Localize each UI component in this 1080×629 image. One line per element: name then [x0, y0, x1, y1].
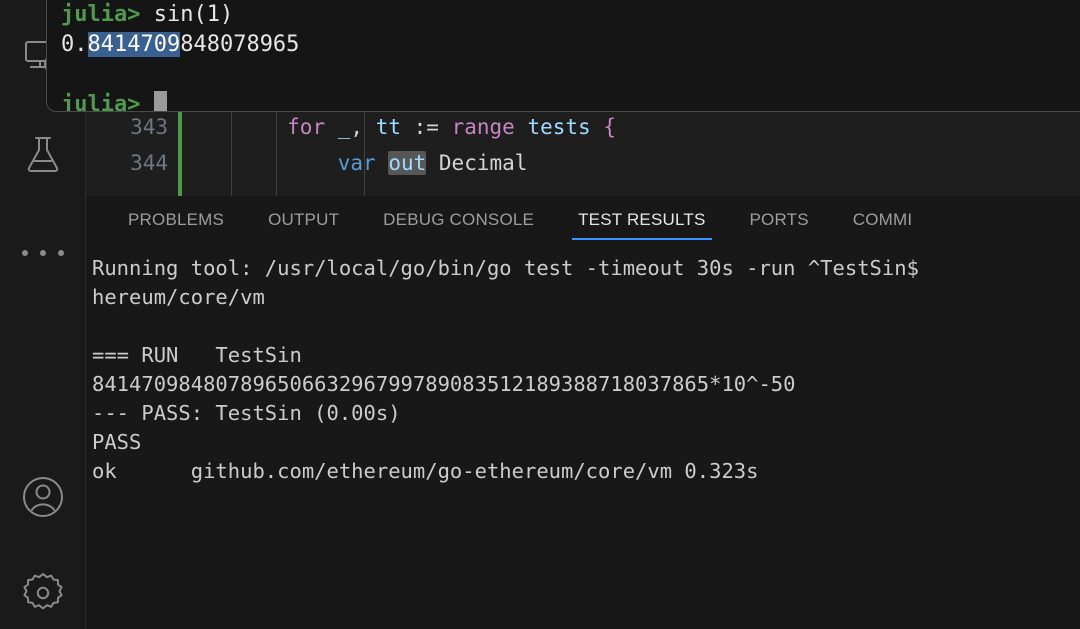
code-line[interactable]: 343 for _, tt := range tests {	[86, 109, 1080, 145]
code-token: var	[337, 151, 376, 175]
sidebar-item-settings[interactable]	[0, 558, 86, 628]
panel-tab-bar: PROBLEMS OUTPUT DEBUG CONSOLE TEST RESULTS P…	[86, 196, 1080, 244]
repl-result-rest: 848078965	[180, 32, 300, 57]
editor-code-strip[interactable]: 343 for _, tt := range tests {344 var ou…	[86, 108, 1080, 196]
code-text: var out Decimal	[186, 145, 527, 181]
output-line: Running tool: /usr/local/go/bin/go test …	[92, 256, 919, 280]
code-token: {	[603, 115, 616, 139]
tab-test-results[interactable]: TEST RESULTS	[556, 196, 727, 244]
code-token: for	[287, 115, 326, 139]
tab-commi[interactable]: COMMI	[831, 196, 935, 244]
sidebar-item-more-actions[interactable]	[0, 218, 86, 288]
output-line: --- PASS: TestSin (0.00s)	[92, 401, 401, 425]
code-token: :=	[401, 115, 452, 139]
settings-gear-icon	[20, 570, 66, 616]
output-line: === RUN TestSin	[92, 343, 302, 367]
repl-prompt-2: julia>	[61, 92, 141, 112]
repl-next-prompt-line[interactable]: julia>	[61, 90, 1080, 112]
bottom-panel: PROBLEMS OUTPUT DEBUG CONSOLE TEST RESULTS P…	[86, 196, 1080, 629]
code-token: _	[337, 115, 351, 139]
code-token: range	[451, 115, 515, 139]
repl-input-text: sin(1)	[140, 2, 234, 27]
tab-output[interactable]: OUTPUT	[246, 196, 361, 244]
julia-repl-overlay[interactable]: julia> sin(1) 0.8414709848078965 julia>	[46, 0, 1080, 112]
repl-result-line: 0.8414709848078965	[61, 30, 1080, 60]
repl-blank-line	[61, 60, 1080, 90]
code-lines: 343 for _, tt := range tests {344 var ou…	[86, 109, 1080, 181]
test-results-output[interactable]: Running tool: /usr/local/go/bin/go test …	[86, 244, 1080, 629]
code-text: for _, tt := range tests {	[186, 109, 616, 145]
output-line: PASS	[92, 430, 142, 454]
line-number: 343	[130, 115, 168, 139]
repl-cursor	[153, 91, 167, 111]
sidebar-item-testing[interactable]	[0, 120, 86, 190]
code-token: out	[388, 151, 427, 175]
output-line: ok github.com/ethereum/go-ethereum/core/…	[92, 459, 759, 483]
repl-prompt: julia>	[61, 2, 141, 27]
vscode-window: 343 for _, tt := range tests {344 var ou…	[0, 0, 1080, 629]
output-line: 8414709848078965066329679978908351218938…	[92, 372, 796, 396]
code-token: tt	[375, 115, 401, 139]
sidebar-item-accounts[interactable]	[0, 462, 86, 532]
repl-result-prefix: 0.	[61, 32, 88, 57]
code-line[interactable]: 344 var out Decimal	[86, 145, 1080, 181]
code-token: tests	[527, 115, 591, 139]
repl-result-selection[interactable]: 8414709	[87, 32, 181, 57]
tab-debug-console[interactable]: DEBUG CONSOLE	[361, 196, 556, 244]
more-actions-icon	[22, 250, 64, 256]
testing-flask-icon	[23, 133, 63, 177]
code-token: ,	[350, 115, 376, 139]
accounts-icon	[21, 475, 65, 519]
tab-problems[interactable]: PROBLEMS	[106, 196, 246, 244]
tab-ports[interactable]: PORTS	[728, 196, 831, 244]
repl-input-line: julia> sin(1)	[61, 0, 1080, 30]
line-number: 344	[130, 151, 168, 175]
code-token: Decimal	[438, 151, 528, 175]
output-line: hereum/core/vm	[92, 285, 265, 309]
